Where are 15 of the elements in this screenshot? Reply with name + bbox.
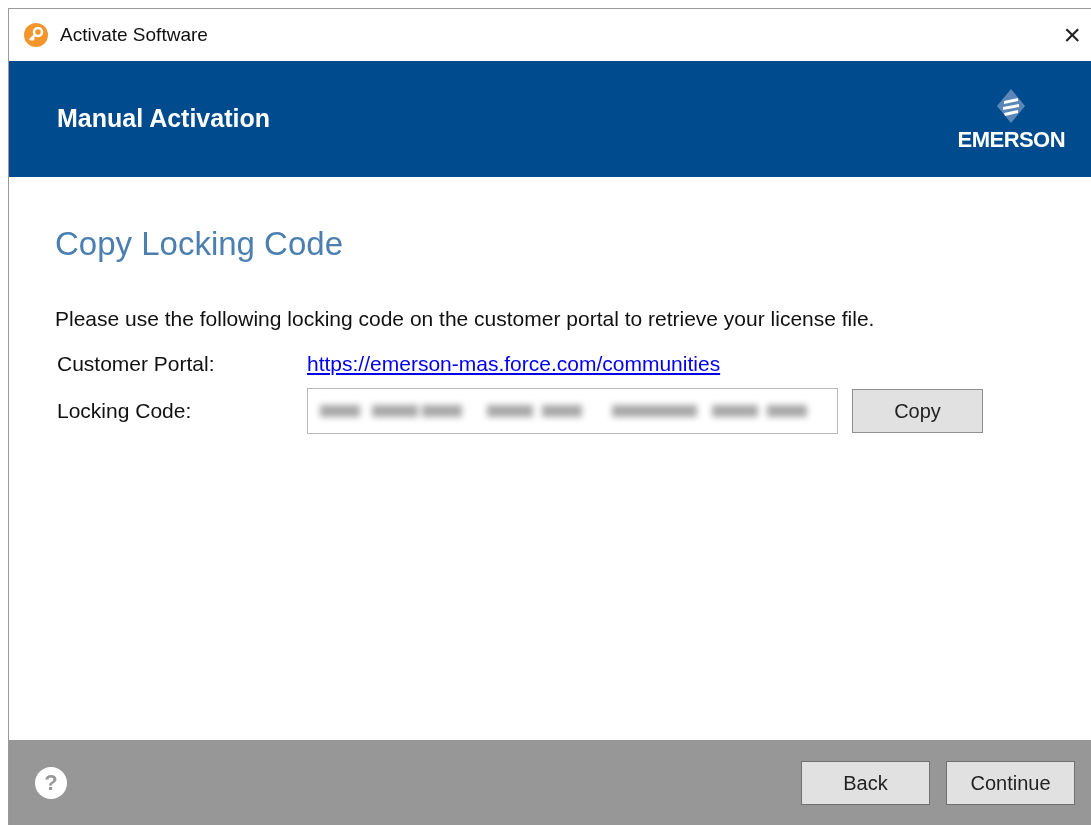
field-label: Customer Portal: [57,351,216,377]
locking-code-field[interactable] [307,387,838,434]
logo-text: EMERSON [957,125,1065,154]
copy-button[interactable]: Copy [852,388,983,433]
footer-button[interactable]: Back [801,760,930,805]
close-button[interactable]: × [1063,20,1081,50]
footer-button[interactable]: Continue [946,760,1075,805]
window-title: Activate Software [60,22,208,47]
key-icon [24,23,48,47]
field-label: Locking Code: [57,397,193,424]
logo-diamond-icon [996,88,1027,123]
header-title: Manual Activation [57,103,270,135]
instructions-text: Please use the following locking code on the customer portal to retrieve your license file. [55,305,876,332]
portal-link[interactable]: https://emerson-mas.force.com/communities [307,348,721,380]
section-title: Copy Locking Code [55,224,344,264]
